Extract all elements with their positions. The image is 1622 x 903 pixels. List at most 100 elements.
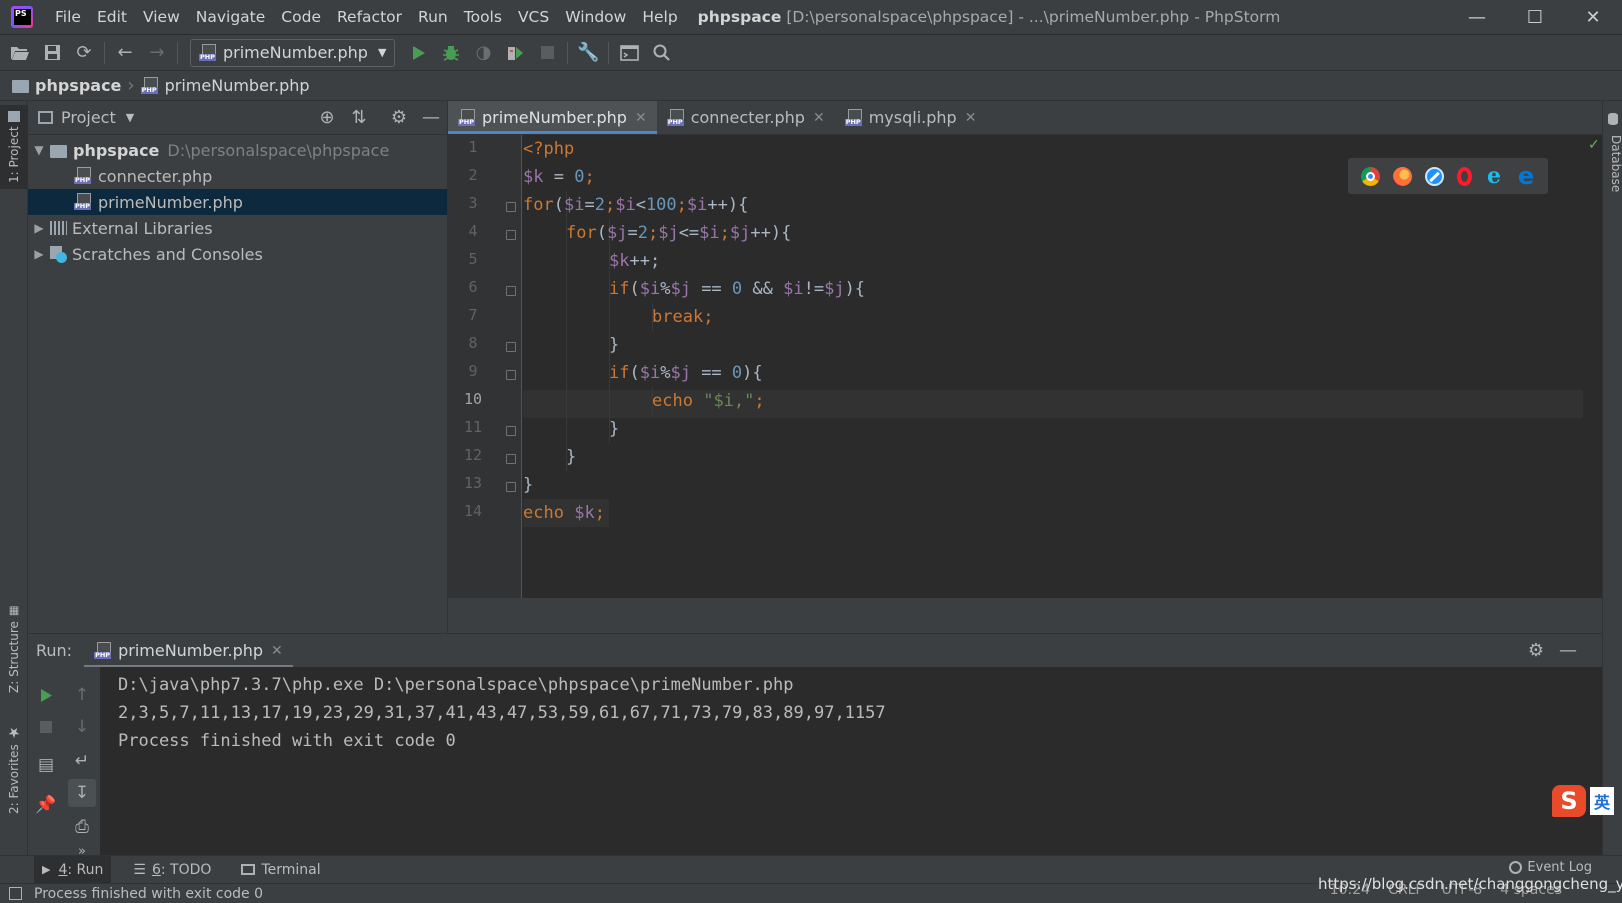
search-icon[interactable] [645, 37, 677, 69]
opera-icon[interactable] [1456, 166, 1472, 186]
safari-icon[interactable] [1424, 166, 1444, 186]
sync-icon[interactable]: ⟳ [68, 37, 100, 69]
chrome-icon[interactable] [1360, 166, 1380, 186]
code-number: 2 [637, 223, 648, 243]
hide-icon[interactable]: — [415, 102, 447, 134]
collapse-all-icon[interactable]: ⇅ [343, 102, 375, 134]
tree-node-root[interactable]: ▼ phpspace D:\personalspace\phpspace [28, 137, 447, 163]
minimize-icon[interactable]: — [1448, 0, 1506, 34]
fold-marker-icon[interactable] [506, 202, 516, 212]
forward-icon[interactable]: → [141, 37, 173, 69]
fold-marker-icon[interactable] [506, 482, 516, 492]
menu-vcs[interactable]: VCS [510, 0, 557, 34]
locate-icon[interactable]: ⊕ [311, 102, 343, 134]
tool-tab-structure[interactable]: Z: Structure ▦ [0, 601, 28, 697]
run-icon[interactable] [403, 37, 435, 69]
open-folder-icon[interactable] [4, 37, 36, 69]
tool-tab-project[interactable]: 1: Project [0, 105, 28, 189]
tree-node-external-libraries[interactable]: ▶ External Libraries [28, 215, 447, 241]
close-icon[interactable]: ✕ [1564, 0, 1622, 34]
run-console[interactable]: D:\java\php7.3.7\php.exe D:\personalspac… [100, 667, 1602, 855]
editor-tab-active[interactable]: primeNumber.php ✕ [448, 101, 657, 134]
status-toggle-icon[interactable] [9, 887, 22, 900]
fold-marker-icon[interactable] [506, 454, 516, 464]
fold-marker-icon[interactable] [506, 230, 516, 240]
editor-gutter[interactable]: 1 2 3 4 5 6 7 8 9 10 11 12 13 14 [448, 135, 522, 598]
wrench-icon[interactable]: 🔧 [572, 37, 604, 69]
project-view-selector[interactable]: Project ▼ [38, 108, 134, 127]
back-icon[interactable]: ← [109, 37, 141, 69]
inspection-ok-icon[interactable]: ✓ [1588, 137, 1600, 153]
collapsed-arrow-icon[interactable]: ▶ [30, 247, 48, 261]
editor-tab[interactable]: mysqli.php ✕ [835, 101, 987, 134]
php-file-icon [74, 167, 92, 185]
code-editor[interactable]: <?php $k = 0; for($i=2;$i<100;$i++){ for… [523, 135, 1583, 598]
code-line: if($i%$j == 0 && $i!=$j){ [609, 275, 865, 303]
sogou-ime-icon: S [1552, 785, 1586, 817]
breadcrumb-root[interactable]: phpspace [12, 76, 121, 95]
close-tab-icon[interactable]: ✕ [813, 110, 825, 126]
fold-marker-icon[interactable] [506, 342, 516, 352]
editor-tabs: primeNumber.php ✕ connecter.php ✕ mysqli… [448, 101, 1602, 135]
editor-tab[interactable]: connecter.php ✕ [657, 101, 835, 134]
maximize-icon[interactable]: ☐ [1506, 0, 1564, 34]
tool-tab-run[interactable]: ▶ 4: Run [34, 855, 112, 884]
ie-icon[interactable]: e [1485, 165, 1504, 187]
tool-tab-database[interactable]: Database [1603, 129, 1622, 192]
firefox-icon[interactable] [1392, 166, 1412, 186]
gear-icon[interactable]: ⚙ [383, 102, 415, 134]
tool-tab-todo[interactable]: ☰ 6: TODO [125, 856, 219, 884]
fold-marker-icon[interactable] [506, 286, 516, 296]
tool-tab-favorites[interactable]: 2: Favorites ★ [0, 721, 28, 817]
coverage-icon[interactable]: ◑ [467, 37, 499, 69]
stop-icon[interactable] [531, 37, 563, 69]
scratches-icon [50, 245, 67, 263]
menu-view[interactable]: View [135, 0, 188, 34]
close-tab-icon[interactable]: ✕ [635, 110, 647, 126]
tree-node-file[interactable]: connecter.php [28, 163, 447, 189]
fold-marker-icon[interactable] [506, 370, 516, 380]
run-tab[interactable]: primeNumber.php ✕ [84, 634, 293, 668]
terminal-icon[interactable] [613, 37, 645, 69]
tool-tab-event-log[interactable]: Event Log [1509, 860, 1592, 875]
close-tab-icon[interactable]: ✕ [965, 110, 977, 126]
expanded-arrow-icon[interactable]: ▼ [30, 143, 48, 157]
menu-help[interactable]: Help [634, 0, 685, 34]
edge-icon[interactable]: e [1517, 164, 1536, 188]
menu-window[interactable]: Window [557, 0, 634, 34]
code-punct: ( [553, 195, 564, 215]
scroll-to-end-icon[interactable]: ↧ [68, 779, 96, 807]
stop-icon[interactable] [32, 713, 60, 741]
hide-icon[interactable]: — [1552, 635, 1584, 667]
breadcrumb-file[interactable]: primeNumber.php [140, 76, 310, 95]
pin-icon[interactable]: 📌 [32, 791, 60, 819]
run-configuration-select[interactable]: primeNumber.php ▼ [190, 38, 396, 67]
layout-icon[interactable]: ▤ [32, 751, 60, 779]
down-arrow-icon[interactable]: ↓ [68, 713, 96, 741]
menu-navigate[interactable]: Navigate [188, 0, 274, 34]
tree-node-file-selected[interactable]: primeNumber.php [28, 189, 447, 215]
menu-tools[interactable]: Tools [456, 0, 510, 34]
editor-scrollbar[interactable] [1583, 135, 1602, 598]
line-number: 3 [468, 194, 478, 212]
menu-refactor[interactable]: Refactor [329, 0, 410, 34]
profile-icon[interactable] [499, 37, 531, 69]
menu-run[interactable]: Run [410, 0, 456, 34]
save-icon[interactable] [36, 37, 68, 69]
menu-code[interactable]: Code [273, 0, 329, 34]
tool-tab-terminal[interactable]: Terminal [233, 856, 328, 884]
ime-indicator[interactable]: S 英 [1552, 784, 1622, 818]
rerun-icon[interactable] [32, 681, 60, 709]
debug-icon[interactable] [435, 37, 467, 69]
close-tab-icon[interactable]: ✕ [271, 643, 283, 659]
menu-edit[interactable]: Edit [89, 0, 135, 34]
menu-file[interactable]: File [47, 0, 89, 34]
up-arrow-icon[interactable]: ↑ [68, 681, 96, 709]
editor-tab-label: mysqli.php [868, 108, 957, 127]
fold-marker-icon[interactable] [506, 426, 516, 436]
gear-icon[interactable]: ⚙ [1520, 635, 1552, 667]
soft-wrap-icon[interactable]: ↵ [68, 747, 96, 775]
collapsed-arrow-icon[interactable]: ▶ [30, 221, 48, 235]
tree-node-scratches[interactable]: ▶ Scratches and Consoles [28, 241, 447, 267]
